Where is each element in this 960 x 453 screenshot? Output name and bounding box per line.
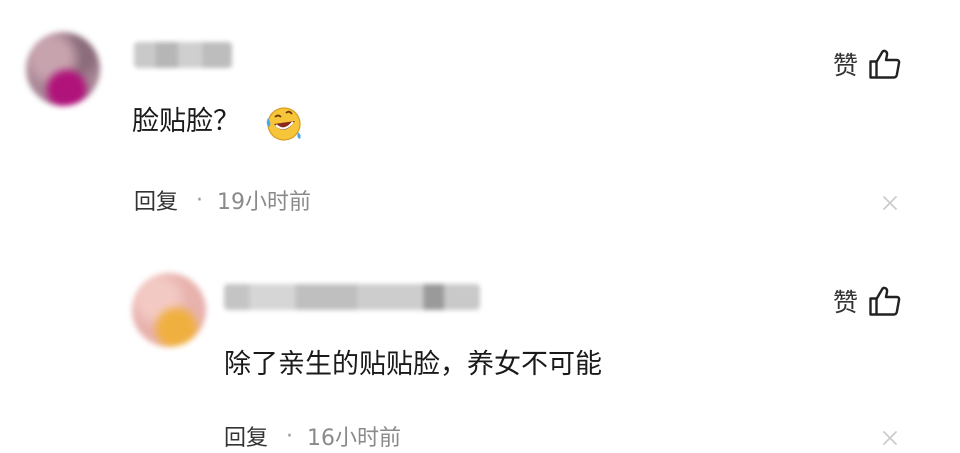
close-icon[interactable]	[882, 430, 898, 446]
like-button[interactable]: 赞	[833, 283, 902, 319]
reply-button[interactable]: 回复	[224, 420, 268, 452]
comment-text: 除了亲生的贴贴脸，养女不可能	[224, 349, 602, 380]
like-label: 赞	[832, 51, 858, 80]
avatar[interactable]	[26, 32, 100, 106]
comment-item: 脸贴脸？ 回复 · 19小时前 赞	[0, 0, 960, 240]
username[interactable]	[134, 42, 232, 68]
laughing-emoji	[266, 107, 301, 141]
timestamp: 19小时前	[217, 190, 312, 215]
like-button[interactable]: 赞	[833, 46, 902, 82]
thumbs-up-icon	[869, 49, 901, 79]
close-icon[interactable]	[882, 195, 898, 211]
reply-row: 回复 · 16小时前	[224, 420, 401, 452]
like-label: 赞	[832, 288, 858, 317]
reply-button[interactable]: 回复	[134, 184, 178, 216]
comment-item: 除了亲生的贴贴脸，养女不可能 回复 · 16小时前 赞	[0, 240, 960, 453]
reply-row: 回复 · 19小时前	[134, 184, 311, 216]
timestamp: 16小时前	[307, 426, 402, 451]
username[interactable]	[224, 284, 480, 310]
thumbs-up-icon	[869, 286, 901, 316]
avatar[interactable]	[132, 273, 206, 347]
separator-dot: ·	[286, 423, 294, 449]
separator-dot: ·	[196, 187, 204, 213]
comment-text: 脸贴脸？	[132, 106, 240, 137]
